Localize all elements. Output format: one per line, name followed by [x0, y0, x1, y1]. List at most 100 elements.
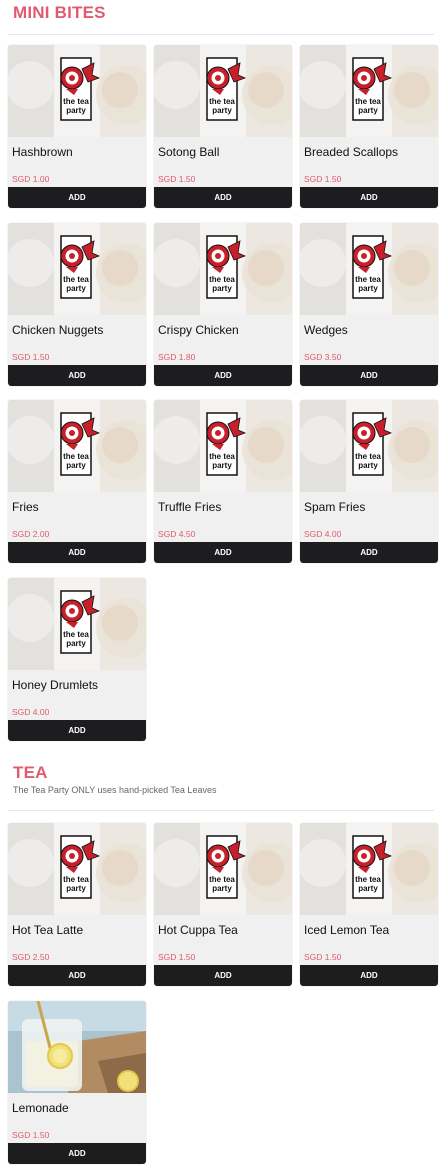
menu-item-price: SGD 1.50 — [304, 952, 342, 962]
logo-text-line-2: party — [212, 106, 232, 115]
menu-item-card[interactable]: the tea party Wedges SGD 3.50 ADD — [300, 223, 438, 386]
menu-item-price: SGD 2.50 — [12, 952, 50, 962]
logo-text-line-1: the tea — [63, 875, 89, 884]
menu-item-name: Hot Cuppa Tea — [158, 923, 238, 937]
logo-text-line-1: the tea — [355, 875, 381, 884]
menu-item-image[interactable]: the tea party — [154, 400, 292, 492]
logo-text-line-2: party — [66, 639, 86, 648]
menu-item-name: Wedges — [304, 323, 348, 337]
menu-item-image[interactable]: the tea party — [300, 823, 438, 915]
tea-party-logo-image: the tea party — [300, 45, 438, 137]
menu-item-card[interactable]: the tea party Sotong Ball SGD 1.50 ADD — [154, 45, 292, 208]
tea-party-logo-image: the tea party — [8, 823, 146, 915]
menu-item-name: Truffle Fries — [158, 500, 222, 514]
logo-text-line-1: the tea — [355, 275, 381, 284]
tea-party-logo-image: the tea party — [154, 400, 292, 492]
logo-text-line-2: party — [358, 884, 378, 893]
menu-item-price: SGD 1.50 — [304, 174, 342, 184]
tea-party-logo-image: the tea party — [8, 578, 146, 670]
add-to-cart-button[interactable]: ADD — [8, 542, 146, 563]
tea-party-logo-image: the tea party — [8, 45, 146, 137]
menu-item-image[interactable]: the tea party — [8, 823, 146, 915]
menu-item-image[interactable]: the tea party — [154, 223, 292, 315]
menu-item-price: SGD 2.00 — [12, 529, 50, 539]
logo-text-line-2: party — [66, 106, 86, 115]
menu-item-card[interactable]: the tea party Hashbrown SGD 1.00 ADD — [8, 45, 146, 208]
menu-item-card[interactable]: the tea party Truffle Fries SGD 4.50 ADD — [154, 400, 292, 563]
menu-item-name: Breaded Scallops — [304, 145, 399, 159]
menu-item-name: Sotong Ball — [158, 145, 220, 159]
menu-item-image[interactable]: the tea party — [300, 400, 438, 492]
add-to-cart-button[interactable]: ADD — [154, 187, 292, 208]
menu-item-image[interactable]: the tea party — [8, 400, 146, 492]
add-to-cart-button[interactable]: ADD — [154, 365, 292, 386]
menu-item-price: SGD 1.50 — [158, 174, 196, 184]
menu-item-name: Hashbrown — [12, 145, 73, 159]
menu-item-card[interactable]: Lemonade SGD 1.50 ADD — [8, 1001, 146, 1164]
tea-party-logo-image: the tea party — [154, 223, 292, 315]
menu-item-image[interactable]: the tea party — [300, 45, 438, 137]
add-to-cart-button[interactable]: ADD — [154, 965, 292, 986]
menu-item-card[interactable]: the tea party Breaded Scallops SGD 1.50 AD… — [300, 45, 438, 208]
menu-item-card[interactable]: the tea party Chicken Nuggets SGD 1.50 ADD — [8, 223, 146, 386]
section-divider — [8, 810, 434, 811]
menu-item-price: SGD 1.50 — [12, 1130, 50, 1140]
add-to-cart-button[interactable]: ADD — [300, 365, 438, 386]
menu-item-card[interactable]: the tea party Crispy Chicken SGD 1.80 ADD — [154, 223, 292, 386]
add-to-cart-button[interactable]: ADD — [300, 965, 438, 986]
menu-item-image[interactable] — [8, 1001, 146, 1093]
logo-text-line-1: the tea — [63, 97, 89, 106]
logo-text-line-2: party — [358, 106, 378, 115]
add-to-cart-button[interactable]: ADD — [154, 542, 292, 563]
menu-item-card[interactable]: the tea party Hot Tea Latte SGD 2.50 ADD — [8, 823, 146, 986]
logo-text-line-1: the tea — [209, 97, 235, 106]
tea-party-logo-image: the tea party — [8, 400, 146, 492]
section-subtitle: The Tea Party ONLY uses hand-picked Tea … — [13, 785, 217, 795]
logo-text-line-2: party — [66, 461, 86, 470]
menu-item-image[interactable]: the tea party — [300, 223, 438, 315]
logo-text-line-1: the tea — [63, 452, 89, 461]
add-to-cart-button[interactable]: ADD — [300, 187, 438, 208]
menu-item-image[interactable]: the tea party — [8, 45, 146, 137]
add-to-cart-button[interactable]: ADD — [8, 965, 146, 986]
menu-item-name: Fries — [12, 500, 39, 514]
menu-item-card[interactable]: the tea party Honey Drumlets SGD 4.00 ADD — [8, 578, 146, 741]
tea-party-logo-image: the tea party — [154, 45, 292, 137]
logo-text-line-1: the tea — [209, 875, 235, 884]
section-title: MINI BITES — [13, 3, 106, 22]
add-to-cart-button[interactable]: ADD — [8, 365, 146, 386]
logo-text-line-1: the tea — [63, 275, 89, 284]
section-title: TEA — [13, 763, 48, 782]
add-to-cart-button[interactable]: ADD — [8, 187, 146, 208]
menu-item-card[interactable]: the tea party Spam Fries SGD 4.00 ADD — [300, 400, 438, 563]
menu-item-image[interactable]: the tea party — [154, 823, 292, 915]
menu-item-price: SGD 4.00 — [12, 707, 50, 717]
menu-item-card[interactable]: the tea party Fries SGD 2.00 ADD — [8, 400, 146, 563]
menu-item-image[interactable]: the tea party — [8, 578, 146, 670]
tea-party-logo-image: the tea party — [300, 400, 438, 492]
menu-item-price: SGD 1.00 — [12, 174, 50, 184]
menu-item-image[interactable]: the tea party — [8, 223, 146, 315]
lemonade-photo — [8, 1001, 146, 1093]
add-to-cart-button[interactable]: ADD — [8, 1143, 146, 1164]
menu-item-card[interactable]: the tea party Iced Lemon Tea SGD 1.50 ADD — [300, 823, 438, 986]
logo-text-line-1: the tea — [355, 452, 381, 461]
menu-item-price: SGD 3.50 — [304, 352, 342, 362]
menu-item-image[interactable]: the tea party — [154, 45, 292, 137]
add-to-cart-button[interactable]: ADD — [8, 720, 146, 741]
menu-item-price: SGD 4.00 — [304, 529, 342, 539]
menu-item-name: Honey Drumlets — [12, 678, 99, 692]
logo-text-line-1: the tea — [209, 452, 235, 461]
add-to-cart-button[interactable]: ADD — [300, 542, 438, 563]
menu-item-name: Spam Fries — [304, 500, 366, 514]
logo-text-line-1: the tea — [209, 275, 235, 284]
logo-text-line-1: the tea — [355, 97, 381, 106]
menu-item-price: SGD 4.50 — [158, 529, 196, 539]
menu-item-price: SGD 1.50 — [158, 952, 196, 962]
logo-text-line-2: party — [212, 884, 232, 893]
logo-text-line-2: party — [212, 284, 232, 293]
menu-item-card[interactable]: the tea party Hot Cuppa Tea SGD 1.50 ADD — [154, 823, 292, 986]
menu-item-price: SGD 1.50 — [12, 352, 50, 362]
tea-party-logo-image: the tea party — [8, 223, 146, 315]
menu-item-name: Crispy Chicken — [158, 323, 239, 337]
